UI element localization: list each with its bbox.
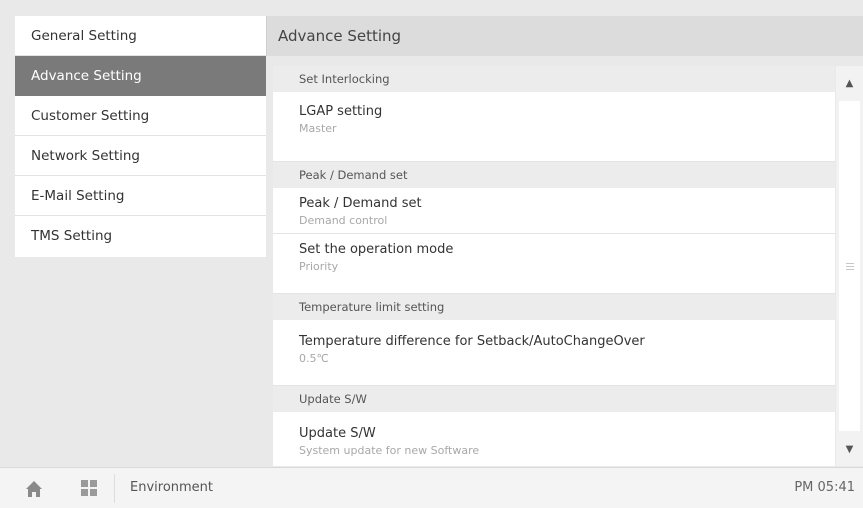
scrollbar-thumb[interactable] [839,101,860,431]
home-icon[interactable] [25,480,43,498]
sidebar-item-tms-setting[interactable]: TMS Setting [15,216,266,256]
list-item-value: Demand control [299,214,388,227]
sidebar: General Setting Advance Setting Customer… [15,16,266,257]
section-header-temperature-limit: Temperature limit setting [273,294,835,320]
grip-icon [845,262,854,270]
sidebar-item-advance-setting[interactable]: Advance Setting [15,56,266,96]
list-item-title: Temperature difference for Setback/AutoC… [299,334,645,349]
list-item-value: Master [299,122,337,135]
triangle-up-icon[interactable]: ▲ [836,66,863,100]
list-item-update-sw[interactable]: Update S/W System update for new Softwar… [273,412,835,466]
list-item-title: Set the operation mode [299,242,454,257]
triangle-down-icon[interactable]: ▼ [836,432,863,466]
footer-bar: Environment PM 05:41 [0,467,863,508]
main-panel: Advance Setting Set Interlocking LGAP se… [266,16,863,466]
sidebar-item-network-setting[interactable]: Network Setting [15,136,266,176]
list-item-value: 0.5℃ [299,352,329,365]
sidebar-item-customer-setting[interactable]: Customer Setting [15,96,266,136]
footer-divider [114,474,115,503]
sidebar-item-general-setting[interactable]: General Setting [15,16,266,56]
list-item-title: Update S/W [299,426,376,441]
scrollbar[interactable]: ▲ ▼ [836,66,863,466]
breadcrumb: Environment [130,480,214,495]
page-title: Advance Setting [266,16,863,56]
sidebar-item-email-setting[interactable]: E-Mail Setting [15,176,266,216]
clock-display: PM 05:41 [794,480,855,495]
list-item-operation-mode[interactable]: Set the operation mode Priority [273,234,835,294]
grid-icon[interactable] [80,479,98,497]
list-item-peak-demand-set[interactable]: Peak / Demand set Demand control [273,188,835,234]
section-header-peak-demand: Peak / Demand set [273,162,835,188]
section-header-update-sw: Update S/W [273,386,835,412]
list-item-value: Priority [299,260,339,273]
list-item-temperature-difference[interactable]: Temperature difference for Setback/AutoC… [273,320,835,386]
list-item-value: System update for new Software [299,444,480,457]
list-item-title: Peak / Demand set [299,196,422,211]
settings-list: Set Interlocking LGAP setting Master Pea… [273,66,835,466]
list-item-lgap-setting[interactable]: LGAP setting Master [273,92,835,162]
section-header-set-interlocking: Set Interlocking [273,66,835,92]
list-item-title: LGAP setting [299,104,383,119]
